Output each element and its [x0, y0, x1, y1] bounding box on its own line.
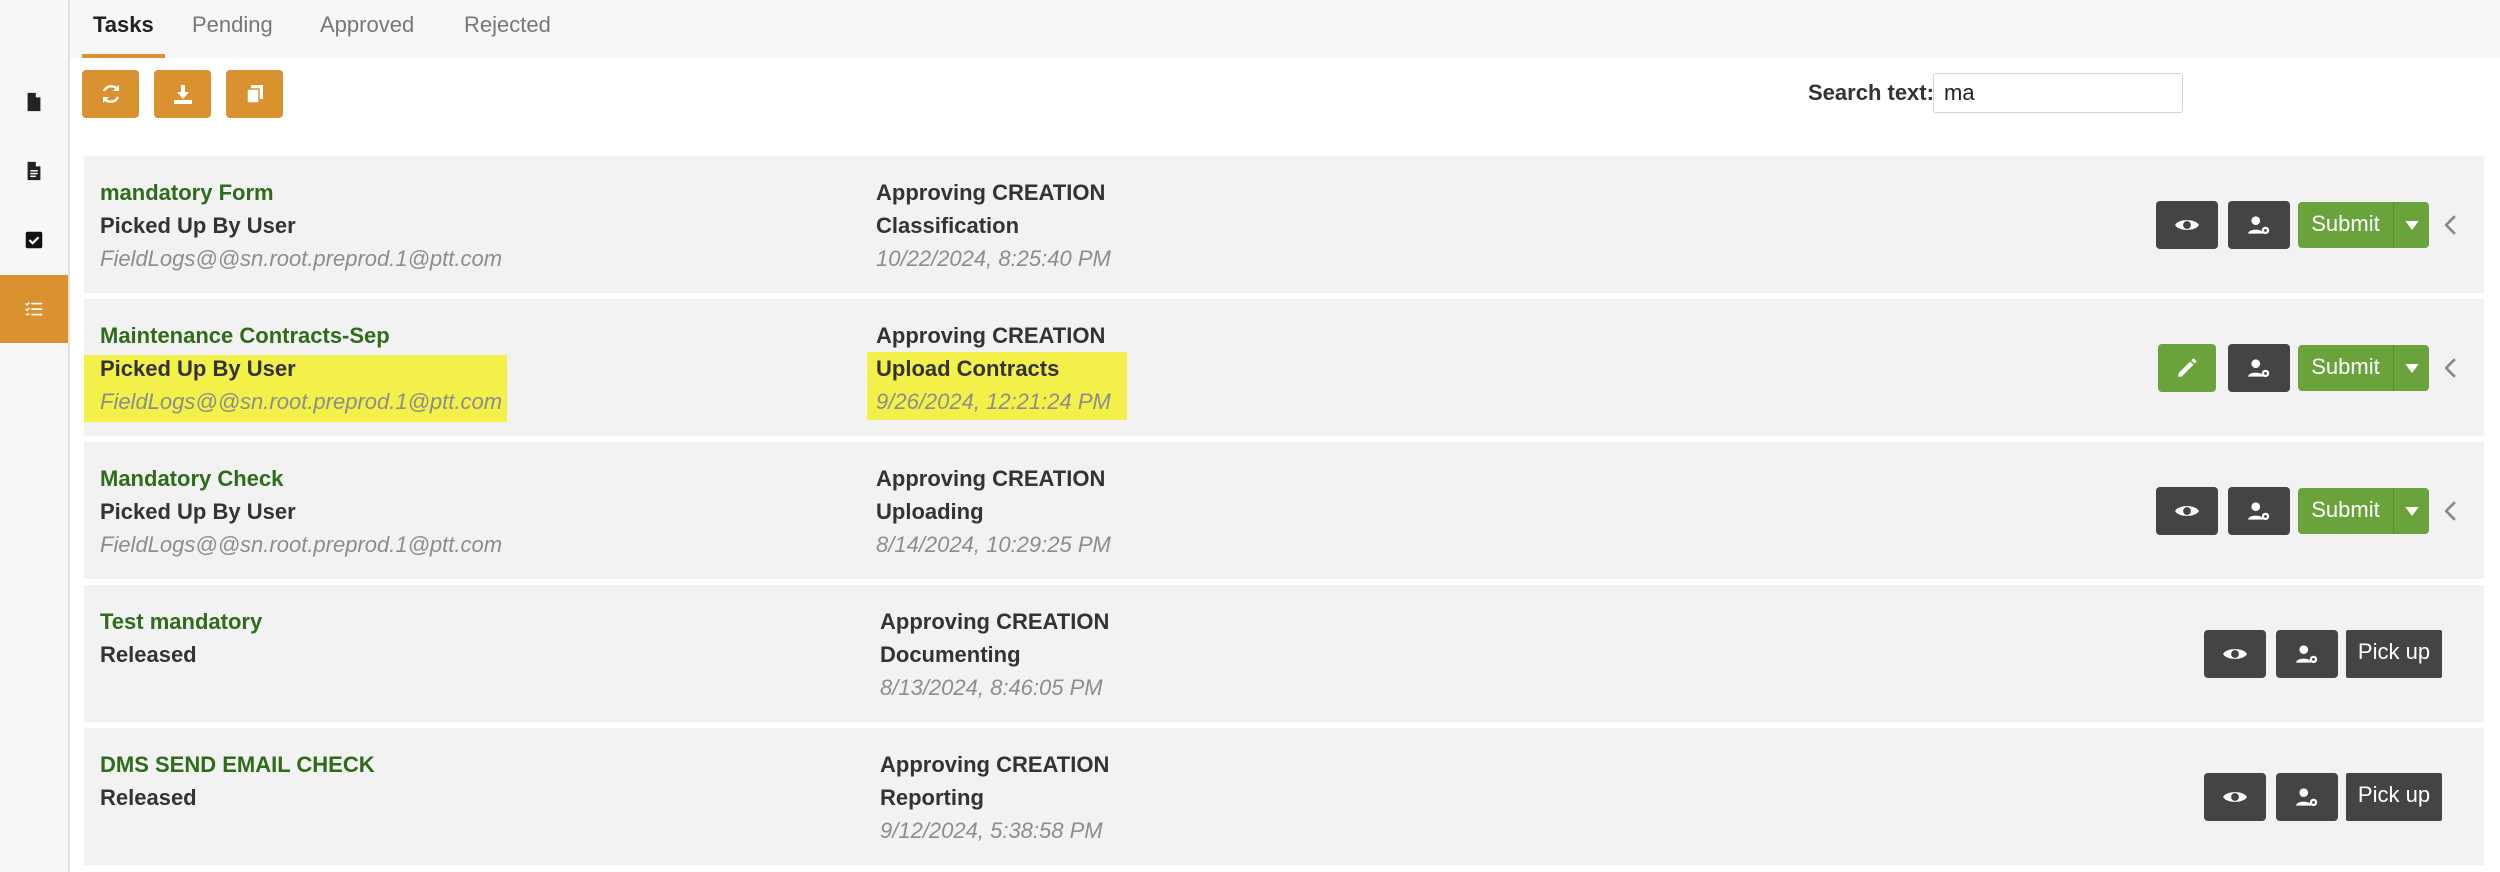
task-step: Uploading	[876, 499, 984, 524]
document-icon	[27, 92, 41, 112]
view-button[interactable]	[2204, 630, 2266, 678]
search-label: Search text:	[1808, 80, 1934, 105]
refresh-button[interactable]	[82, 70, 139, 118]
task-stage: Approving CREATION	[876, 323, 1106, 348]
chevron-left-icon[interactable]	[2440, 353, 2460, 383]
eye-icon	[2175, 506, 2199, 516]
task-date: 10/22/2024, 8:25:40 PM	[876, 246, 1111, 271]
view-button[interactable]	[2156, 487, 2218, 535]
pick-up-button[interactable]: Pick up	[2346, 773, 2442, 821]
task-list-icon	[25, 301, 43, 316]
task-title[interactable]: DMS SEND EMAIL CHECK	[100, 752, 375, 778]
submit-label[interactable]: Submit	[2298, 488, 2394, 534]
task-date: 9/12/2024, 5:38:58 PM	[880, 818, 1103, 843]
copy-button[interactable]	[226, 70, 283, 118]
submit-split-button[interactable]: Submit	[2298, 345, 2429, 391]
assign-user-button[interactable]	[2276, 630, 2338, 678]
view-button[interactable]	[2156, 201, 2218, 249]
chevron-left-icon[interactable]	[2440, 210, 2460, 240]
tab-bar: Tasks Pending Approved Rejected	[70, 0, 2500, 58]
task-status: Picked Up By User	[100, 499, 296, 524]
task-title[interactable]: Mandatory Check	[100, 466, 283, 492]
edit-button[interactable]	[2158, 344, 2216, 392]
task-status: Picked Up By User	[100, 356, 296, 381]
chevron-left-icon[interactable]	[2440, 496, 2460, 526]
task-status: Released	[100, 785, 197, 810]
task-row[interactable]: Maintenance Contracts-Sep Picked Up By U…	[84, 299, 2484, 436]
task-user: FieldLogs@@sn.root.preprod.1@ptt.com	[100, 532, 503, 557]
task-stage: Approving CREATION	[876, 466, 1106, 491]
task-date: 9/26/2024, 12:21:24 PM	[876, 389, 1111, 414]
view-button[interactable]	[2204, 773, 2266, 821]
copy-icon	[245, 85, 263, 104]
download-icon	[173, 85, 192, 104]
download-button[interactable]	[154, 70, 211, 118]
task-date: 8/13/2024, 8:46:05 PM	[880, 675, 1103, 700]
user-settings-icon	[2248, 216, 2270, 235]
assign-user-button[interactable]	[2276, 773, 2338, 821]
rail-item-approvals[interactable]	[0, 206, 68, 274]
eye-icon	[2223, 792, 2247, 802]
caret-down-icon[interactable]	[2394, 345, 2429, 391]
submit-label[interactable]: Submit	[2298, 202, 2394, 248]
user-settings-icon	[2248, 502, 2270, 521]
rail-item-forms[interactable]	[0, 137, 68, 205]
side-rail	[0, 0, 70, 872]
task-row[interactable]: DMS SEND EMAIL CHECK Released Approving …	[84, 728, 2484, 865]
task-user: FieldLogs@@sn.root.preprod.1@ptt.com	[100, 389, 503, 414]
assign-user-button[interactable]	[2228, 201, 2290, 249]
task-title[interactable]: Maintenance Contracts-Sep	[100, 323, 390, 349]
pencil-icon	[2178, 358, 2197, 377]
task-title[interactable]: mandatory Form	[100, 180, 274, 206]
task-row[interactable]: mandatory Form Picked Up By User FieldLo…	[84, 156, 2484, 293]
caret-down-icon[interactable]	[2394, 488, 2429, 534]
eye-icon	[2223, 649, 2247, 659]
tab-approved[interactable]: Approved	[309, 0, 425, 58]
task-row[interactable]: Test mandatory Released Approving CREATI…	[84, 585, 2484, 722]
task-status: Released	[100, 642, 197, 667]
refresh-icon	[102, 85, 119, 103]
task-step: Reporting	[880, 785, 984, 810]
submit-split-button[interactable]: Submit	[2298, 202, 2429, 248]
assign-user-button[interactable]	[2228, 344, 2290, 392]
task-stage: Approving CREATION	[880, 752, 1110, 777]
tab-rejected[interactable]: Rejected	[453, 0, 562, 58]
task-stage: Approving CREATION	[880, 609, 1110, 634]
document-lines-icon	[27, 161, 41, 181]
tab-tasks[interactable]: Tasks	[82, 0, 165, 58]
assign-user-button[interactable]	[2228, 487, 2290, 535]
task-step: Upload Contracts	[876, 356, 1060, 381]
user-settings-icon	[2296, 788, 2318, 807]
user-settings-icon	[2296, 645, 2318, 664]
caret-down-icon[interactable]	[2394, 202, 2429, 248]
task-user: FieldLogs@@sn.root.preprod.1@ptt.com	[100, 246, 503, 271]
eye-icon	[2175, 220, 2199, 230]
task-date: 8/14/2024, 10:29:25 PM	[876, 532, 1111, 557]
task-stage: Approving CREATION	[876, 180, 1106, 205]
user-settings-icon	[2248, 359, 2270, 378]
task-step: Documenting	[880, 642, 1021, 667]
task-row[interactable]: Mandatory Check Picked Up By User FieldL…	[84, 442, 2484, 579]
pick-up-button[interactable]: Pick up	[2346, 630, 2442, 678]
task-status: Picked Up By User	[100, 213, 296, 238]
task-title[interactable]: Test mandatory	[100, 609, 262, 635]
tab-pending[interactable]: Pending	[181, 0, 284, 58]
rail-item-tasks[interactable]	[0, 275, 68, 343]
task-step: Classification	[876, 213, 1020, 238]
search-input[interactable]	[1933, 73, 2183, 113]
rail-item-documents[interactable]	[0, 68, 68, 136]
submit-label[interactable]: Submit	[2298, 345, 2394, 391]
submit-split-button[interactable]: Submit	[2298, 488, 2429, 534]
checkbox-icon	[25, 231, 43, 249]
